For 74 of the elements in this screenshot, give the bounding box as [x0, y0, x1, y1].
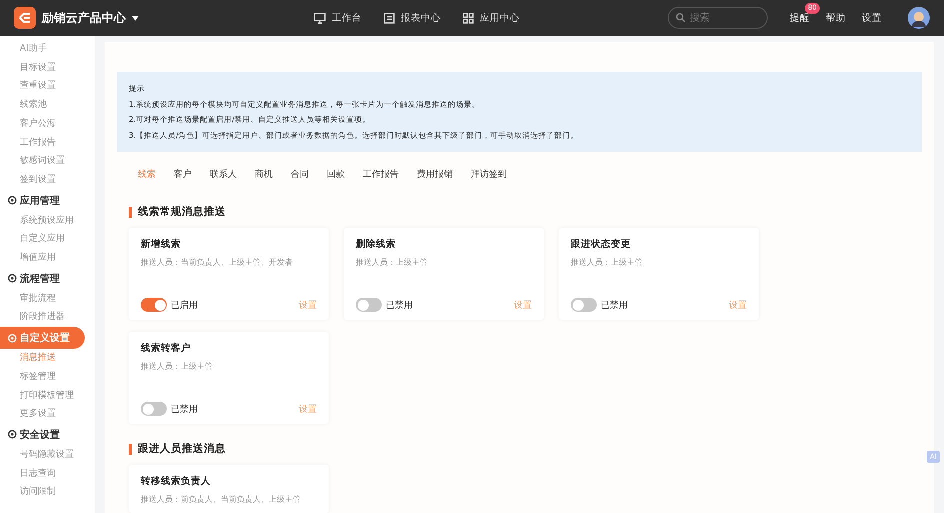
card-title: 转移线索负责人 — [141, 475, 212, 488]
section-marker — [129, 444, 132, 454]
nav-link[interactable]: 工作台 — [314, 12, 362, 24]
sidebar-item[interactable]: 客户公海 — [0, 114, 95, 134]
sidebar-item[interactable]: 标签管理 — [0, 368, 95, 387]
tab[interactable]: 拜访签到 — [462, 162, 516, 187]
sidebar-item[interactable]: 打印模板管理 — [0, 386, 95, 406]
sidebar-item[interactable]: 消息推送 — [0, 349, 95, 368]
recipients-text: 推送人员：上级主管 — [571, 257, 644, 268]
tab[interactable]: 回款 — [318, 162, 354, 187]
section-title: 线索常规消息推送 — [138, 205, 226, 219]
sidebar-item[interactable]: 系统预设应用 — [0, 212, 95, 230]
sidebar-group[interactable]: 流程管理 — [0, 268, 85, 290]
tab[interactable]: 费用报销 — [408, 162, 462, 187]
report-icon — [384, 12, 395, 24]
status-label: 已禁用 — [386, 300, 413, 312]
sidebar-group[interactable]: 安全设置 — [0, 424, 85, 446]
sidebar-item[interactable]: 自定义应用 — [0, 230, 95, 250]
sidebar-item[interactable]: AI助手 — [0, 40, 95, 59]
card-title: 新增线索 — [141, 238, 182, 251]
card-title: 跟进状态变更 — [571, 238, 632, 251]
sidebar-item[interactable]: 增值应用 — [0, 249, 95, 268]
header-link[interactable]: 设置 — [862, 13, 882, 24]
tab[interactable]: 商机 — [246, 162, 282, 187]
toggle-switch[interactable] — [141, 298, 167, 312]
header-link[interactable]: 帮助 — [826, 13, 846, 24]
tab[interactable]: 联系人 — [201, 162, 246, 187]
tab[interactable]: 客户 — [165, 162, 201, 187]
caret-icon[interactable] — [132, 16, 139, 20]
toggle-switch[interactable] — [571, 298, 597, 312]
settings-link[interactable]: 设置 — [729, 298, 747, 312]
sidebar-item[interactable]: 访问限制 — [0, 483, 95, 502]
recipients-text: 推送人员：上级主管 — [356, 257, 429, 268]
status-label: 已禁用 — [171, 404, 198, 416]
status-label: 已禁用 — [601, 300, 628, 312]
nav-link[interactable]: 应用中心 — [463, 12, 520, 24]
app-logo[interactable] — [14, 7, 36, 29]
recipients-text: 推送人员：当前负责人、上级主管、开发者 — [141, 257, 294, 268]
settings-link[interactable]: 设置 — [299, 402, 317, 416]
tab[interactable]: 合同 — [282, 162, 318, 187]
search-icon — [676, 13, 686, 23]
settings-link[interactable]: 设置 — [514, 298, 532, 312]
toggle-switch[interactable] — [141, 402, 167, 416]
sidebar-item[interactable]: 审批流程 — [0, 290, 95, 308]
sidebar-item[interactable]: 签到设置 — [0, 170, 95, 190]
recipients-text: 推送人员：上级主管 — [141, 361, 214, 372]
sidebar-group[interactable]: 自定义设置 — [0, 327, 85, 350]
recipients-text: 推送人员：前负责人、当前负责人、上级主管 — [141, 494, 302, 505]
sidebar-item[interactable]: 阶段推进器 — [0, 308, 95, 328]
sidebar-item[interactable]: 号码隐藏设置 — [0, 446, 95, 465]
grid-icon — [463, 12, 474, 24]
avatar-icon[interactable] — [908, 7, 930, 29]
tab[interactable]: 工作报告 — [354, 162, 408, 187]
nav-link[interactable]: 报表中心 — [384, 12, 441, 24]
sidebar-item[interactable]: 查重设置 — [0, 77, 95, 96]
settings-link[interactable]: 设置 — [299, 298, 317, 312]
tab[interactable]: 线索 — [129, 162, 165, 187]
monitor-icon — [314, 12, 326, 24]
status-label: 已启用 — [171, 300, 198, 312]
sidebar-item[interactable]: 线索池 — [0, 96, 95, 115]
search-field[interactable]: 搜索 — [668, 7, 768, 29]
sidebar-item[interactable]: 更多设置 — [0, 405, 95, 424]
sidebar-group[interactable]: 应用管理 — [0, 190, 85, 212]
toggle-switch[interactable] — [356, 298, 382, 312]
sidebar-item[interactable]: 敏感词设置 — [0, 152, 95, 171]
sidebar-item[interactable]: 日志查询 — [0, 464, 95, 484]
card-title: 线索转客户 — [141, 342, 192, 355]
header-link[interactable]: 提醒 — [790, 13, 810, 24]
product-center-menu[interactable]: 励销云产品中心 — [42, 10, 126, 26]
sidebar-item[interactable]: 工作报告 — [0, 134, 95, 152]
sidebar-item[interactable]: 目标设置 — [0, 58, 95, 78]
section-marker — [129, 206, 132, 218]
card-title: 删除线索 — [356, 238, 397, 251]
section-title: 跟进人员推送消息 — [138, 442, 226, 456]
